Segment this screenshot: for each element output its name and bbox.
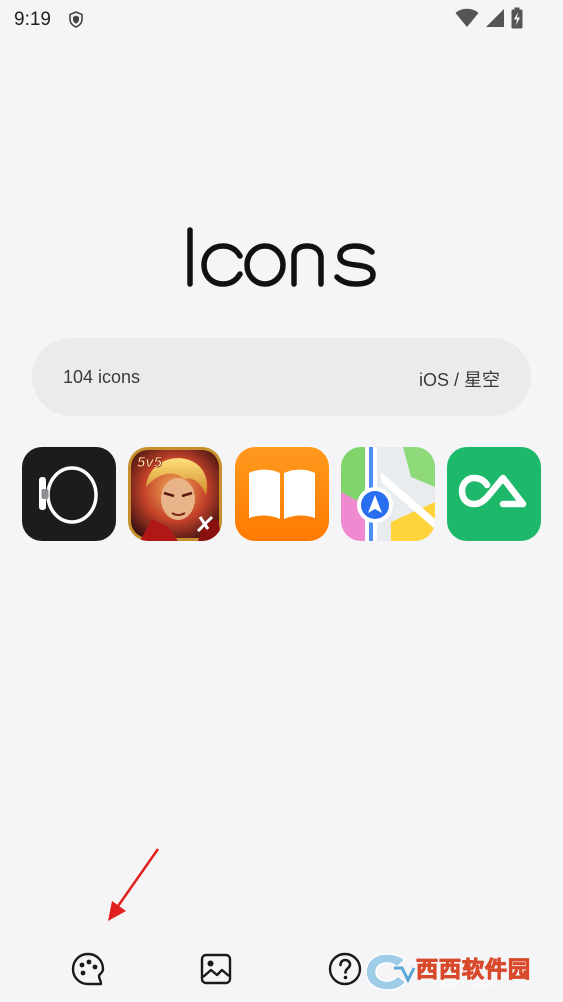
annotation-arrow: [108, 848, 160, 921]
svg-text:5v5: 5v5: [137, 454, 163, 471]
help-icon: [328, 952, 362, 986]
books-app-icon[interactable]: [235, 447, 329, 541]
nav-icons-button[interactable]: [68, 949, 108, 989]
wifi-icon: [455, 8, 479, 28]
watermark-subtext: CR173.COM: [432, 980, 495, 990]
icon-preview-row: 5v5: [22, 447, 542, 542]
wallpaper-icon: [200, 953, 232, 985]
status-right: [455, 7, 523, 29]
app-title: [0, 222, 563, 297]
status-bar: 9:19: [0, 0, 563, 38]
icon-count: 104 icons: [63, 367, 141, 387]
shield-icon: [69, 11, 83, 28]
watermark-logo: 西西软件园 CR173.COM: [362, 946, 546, 994]
maps-app-icon[interactable]: [341, 447, 435, 541]
nav-wallpaper-button[interactable]: [196, 949, 236, 989]
watch-app-icon[interactable]: [22, 447, 116, 541]
ca-app-icon[interactable]: [447, 447, 541, 541]
status-time: 9:19: [14, 9, 51, 30]
game-5v5-app-icon[interactable]: 5v5: [128, 447, 222, 541]
screen: 9:19 104 icons iOS / 星空 5v5 西西软件园 CR173.…: [0, 0, 563, 1002]
title-wordmark: [186, 227, 376, 287]
icon-pack-info[interactable]: 104 icons iOS / 星空: [32, 338, 531, 416]
icon-style-label: iOS / 星空: [418, 370, 500, 390]
battery-charging-icon: [511, 7, 523, 29]
nav-help-button[interactable]: [325, 949, 365, 989]
signal-icon: [486, 9, 504, 27]
palette-icon: [71, 952, 105, 986]
